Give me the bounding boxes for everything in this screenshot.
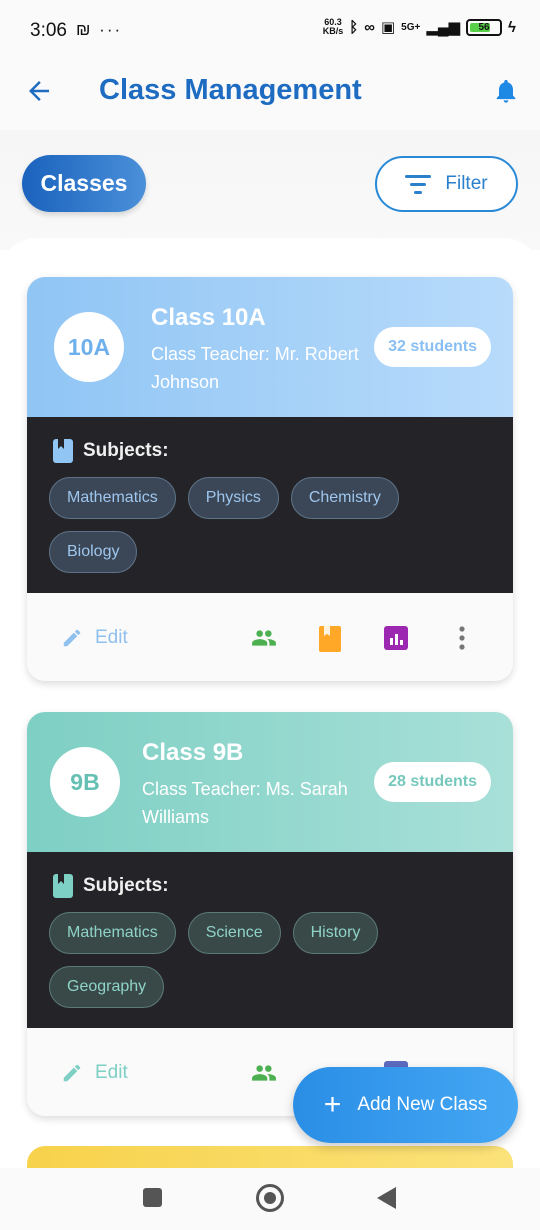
volte-icon: ▣ [380, 19, 396, 36]
subject-chip[interactable]: History [292, 912, 379, 954]
subject-chip[interactable]: Mathematics [49, 477, 176, 519]
arrow-left-icon[interactable] [24, 76, 54, 106]
book-icon [53, 439, 73, 463]
subject-chip[interactable]: Science [187, 912, 281, 954]
edit-button[interactable]: Edit [61, 1062, 128, 1084]
more-vert-icon[interactable] [457, 625, 467, 651]
subject-chip[interactable]: Chemistry [290, 477, 399, 519]
class-list[interactable]: 10A Class 10A Class Teacher: Mr. Robert … [0, 238, 540, 1168]
filter-icon [405, 175, 432, 194]
plus-icon: + [323, 1088, 342, 1121]
class-name: Class 9B [142, 739, 244, 766]
subject-chip[interactable]: Geography [49, 966, 165, 1008]
subjects-section: Subjects: Mathematics Science History Ge… [27, 852, 513, 1028]
student-count-badge: 32 students [374, 327, 491, 367]
battery-icon: 56 [466, 18, 503, 36]
charging-icon: ϟ [508, 18, 516, 36]
class-teacher: Class Teacher: Mr. Robert Johnson [151, 344, 359, 392]
page-title: Class Management [99, 74, 362, 106]
controls-bar: Classes Filter [0, 130, 540, 250]
subject-chips: Mathematics Science History Geography [49, 912, 491, 1008]
filter-button[interactable]: Filter [375, 156, 518, 212]
network-speed: 60.3 KB/s [322, 17, 344, 36]
class-name: Class 10A [151, 304, 266, 331]
edit-label: Edit [95, 627, 128, 648]
class-avatar: 9B [50, 747, 120, 817]
students-icon[interactable] [247, 625, 281, 651]
status-time: 3:06 [30, 20, 67, 41]
pencil-icon [63, 629, 81, 647]
home-button[interactable] [256, 1184, 284, 1212]
link-icon: ∞ [364, 18, 375, 36]
signal-bars-icon: ▂▄▆ [426, 19, 461, 36]
subjects-book-icon[interactable] [318, 625, 342, 653]
students-icon[interactable] [247, 1060, 281, 1086]
system-nav-bar [0, 1168, 540, 1230]
class-card-header: 10A Class 10A Class Teacher: Mr. Robert … [27, 277, 513, 417]
subject-chip[interactable]: Biology [49, 531, 138, 573]
subjects-label: Subjects: [83, 875, 169, 896]
subject-chip[interactable]: Mathematics [49, 912, 176, 954]
edit-label: Edit [95, 1062, 128, 1083]
subjects-label: Subjects: [83, 440, 169, 461]
status-icons: 60.3 KB/s ᛒ ∞ ▣ 5G+ ▂▄▆ 56 ϟ [322, 17, 516, 37]
class-teacher: Class Teacher: Ms. Sarah Williams [142, 779, 348, 827]
app-header: Class Management [0, 62, 540, 130]
class-card-header: 9B Class 9B Class Teacher: Ms. Sarah Wil… [27, 712, 513, 852]
book-icon [53, 874, 73, 898]
subjects-section: Subjects: Mathematics Physics Chemistry … [27, 417, 513, 593]
edit-button[interactable]: Edit [61, 627, 128, 649]
class-avatar: 10A [54, 312, 124, 382]
classes-tab[interactable]: Classes [22, 155, 146, 212]
recents-button[interactable] [143, 1188, 162, 1207]
class-card[interactable]: 9B Class 9B Class Teacher: Ms. Sarah Wil… [27, 712, 513, 1116]
filter-label: Filter [445, 173, 488, 194]
status-bar: 3:06 ₪ ··· 60.3 KB/s ᛒ ∞ ▣ 5G+ ▂▄▆ 56 ϟ [0, 0, 540, 62]
subject-chips: Mathematics Physics Chemistry Biology [49, 477, 491, 573]
class-card[interactable]: 10A Class 10A Class Teacher: Mr. Robert … [27, 277, 513, 681]
add-class-label: Add New Class [357, 1094, 488, 1115]
notification-icons: ₪ ··· [76, 20, 123, 39]
report-chart-icon[interactable] [383, 625, 409, 651]
system-back-button[interactable] [377, 1187, 396, 1209]
class-card-actions: Edit [27, 593, 513, 681]
student-count-badge: 28 students [374, 762, 491, 802]
add-class-button[interactable]: + Add New Class [293, 1067, 518, 1143]
signal-icon: 5G+ [401, 21, 421, 33]
bluetooth-icon: ᛒ [349, 18, 359, 36]
pencil-icon [63, 1064, 81, 1082]
class-card-partial[interactable] [27, 1146, 513, 1168]
subject-chip[interactable]: Physics [187, 477, 279, 519]
bell-icon[interactable] [492, 76, 520, 106]
